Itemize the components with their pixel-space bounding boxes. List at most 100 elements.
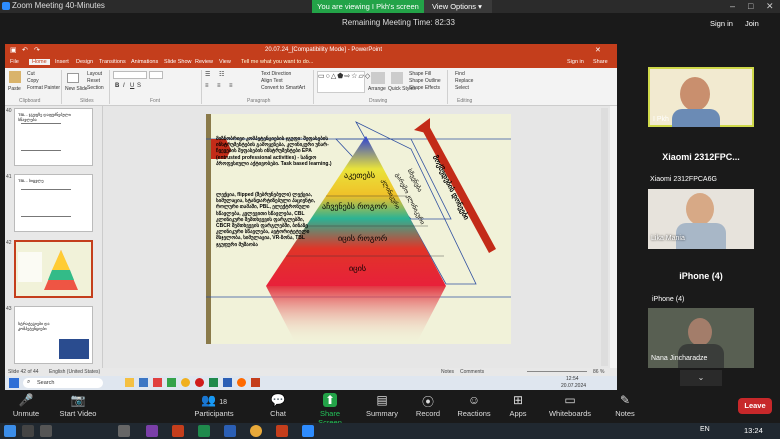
tab-home[interactable]: Home <box>29 59 50 65</box>
ppt-close-icon[interactable]: ✕ <box>595 46 601 54</box>
taskbar-app-icon[interactable] <box>237 378 246 387</box>
minimize-icon[interactable]: – <box>730 1 735 11</box>
align-center-icon[interactable]: ≡ <box>217 83 221 89</box>
tab-transitions[interactable]: Transitions <box>99 59 126 65</box>
quick-styles-icon[interactable] <box>391 72 403 84</box>
taskbar-app-icon[interactable] <box>139 378 148 387</box>
participant-video-tile[interactable]: Lika Mania <box>648 189 754 249</box>
reactions-button[interactable]: ☺ Reactions <box>452 393 496 418</box>
shape-effects-button[interactable]: Shape Effects <box>409 85 440 91</box>
taskbar-app-icon[interactable] <box>118 425 130 437</box>
tab-design[interactable]: Design <box>76 59 93 65</box>
taskbar-app-icon[interactable] <box>167 378 176 387</box>
onenote-icon[interactable] <box>146 425 158 437</box>
ppt-sign-in[interactable]: Sign in <box>567 59 584 65</box>
paste-label[interactable]: Paste <box>8 86 21 92</box>
layout-button[interactable]: Layout <box>87 71 102 77</box>
strikethrough-icon[interactable]: S <box>137 83 141 89</box>
excel-icon[interactable] <box>209 378 218 387</box>
search-icon[interactable] <box>22 425 34 437</box>
text-direction-button[interactable]: Text Direction <box>261 71 291 77</box>
close-icon[interactable]: ✕ <box>766 1 774 12</box>
language-indicator[interactable]: EN <box>700 426 710 433</box>
comments-button[interactable]: Comments <box>460 369 484 375</box>
tab-insert[interactable]: Insert <box>55 59 69 65</box>
arrange-label[interactable]: Arrange <box>368 86 386 92</box>
excel-icon[interactable] <box>198 425 210 437</box>
slide-thumbnail[interactable]: TBL - სიცვლე <box>14 174 93 232</box>
task-view-icon[interactable] <box>40 425 52 437</box>
tab-file[interactable]: File <box>10 59 19 65</box>
zoom-percent[interactable]: 86 % <box>593 369 604 375</box>
opera-icon[interactable] <box>195 378 204 387</box>
find-button[interactable]: Find <box>455 71 465 77</box>
shape-outline-button[interactable]: Shape Outline <box>409 78 441 84</box>
replace-button[interactable]: Replace <box>455 78 473 84</box>
participants-button[interactable]: 👥 18 Participants <box>192 393 236 418</box>
numbering-icon[interactable]: ☷ <box>219 71 224 78</box>
powerpoint-icon[interactable] <box>276 425 288 437</box>
new-slide-icon[interactable] <box>67 73 79 83</box>
ppt-share[interactable]: Share <box>593 59 608 65</box>
record-button[interactable]: ⦿ Record <box>406 393 450 418</box>
word-icon[interactable] <box>224 425 236 437</box>
notes-button[interactable]: Notes <box>441 369 454 375</box>
tab-animations[interactable]: Animations <box>131 59 158 65</box>
share-screen-button[interactable]: ⬆Share Screen <box>308 393 352 427</box>
zoom-taskbar-icon[interactable] <box>302 425 314 437</box>
powerpoint-icon[interactable] <box>251 378 260 387</box>
participants-scroll-down[interactable]: ⌄ <box>680 370 722 386</box>
align-left-icon[interactable]: ≡ <box>205 83 209 89</box>
align-right-icon[interactable]: ≡ <box>229 83 233 89</box>
save-icon[interactable]: ▣ <box>10 46 17 54</box>
italic-icon[interactable]: I <box>123 83 125 89</box>
unmute-button[interactable]: 🎤 Unmute <box>4 393 48 418</box>
sign-in-link[interactable]: Sign in <box>710 19 733 28</box>
participant-video-tile[interactable]: Nana Jincharadze <box>648 308 754 368</box>
whiteboards-button[interactable]: ▭ Whiteboards <box>546 393 594 418</box>
file-explorer-icon[interactable] <box>125 378 134 387</box>
slide-thumbnail[interactable]: სტრატეგიები და კომპეტენციები <box>14 306 93 364</box>
current-slide[interactable]: მიზნობრივი კომპეტენციების ჯგუფი: შეფასებ… <box>206 114 511 344</box>
windows-start-icon[interactable] <box>9 378 19 388</box>
arrange-icon[interactable] <box>371 72 385 84</box>
bullets-icon[interactable]: ☰ <box>205 71 210 78</box>
participant-video-tile[interactable]: I Pkh <box>648 67 754 127</box>
windows-start-icon[interactable] <box>4 425 16 437</box>
system-clock[interactable]: 13:24 <box>744 426 763 435</box>
powerpoint-icon[interactable] <box>172 425 184 437</box>
cut-button[interactable]: Cut <box>27 71 35 77</box>
summary-button[interactable]: ▤ Summary <box>360 393 404 418</box>
font-size-box[interactable] <box>149 71 163 79</box>
underline-icon[interactable]: U <box>130 83 134 89</box>
language-status[interactable]: English (United States) <box>49 369 100 375</box>
undo-icon[interactable]: ↶ <box>22 46 28 54</box>
slide-thumbnail-selected[interactable] <box>14 240 93 298</box>
chat-button[interactable]: 💬 Chat <box>256 393 300 418</box>
tab-review[interactable]: Review <box>195 59 213 65</box>
taskbar-app-icon[interactable] <box>153 378 162 387</box>
notes-button-zoom[interactable]: ✎ Notes <box>603 393 647 418</box>
shape-fill-button[interactable]: Shape Fill <box>409 71 431 77</box>
copy-button[interactable]: Copy <box>27 78 39 84</box>
taskbar-search-box[interactable]: Search <box>23 378 103 388</box>
taskbar-app-icon[interactable] <box>181 378 190 387</box>
apps-button[interactable]: ⊞ Apps <box>496 393 540 418</box>
reset-button[interactable]: Reset <box>87 78 100 84</box>
tell-me-box[interactable]: Tell me what you want to do... <box>241 59 313 65</box>
redo-icon[interactable]: ↷ <box>34 46 40 54</box>
section-button[interactable]: Section <box>87 85 104 91</box>
start-video-button[interactable]: 📷 Start Video <box>56 393 100 418</box>
leave-button[interactable]: Leave <box>738 398 772 414</box>
new-slide-label[interactable]: New Slide <box>65 86 88 92</box>
view-options-button[interactable]: View Options ▾ <box>424 0 492 13</box>
shapes-gallery[interactable]: ▭○△⬟⇨☆▱◇ <box>317 71 370 93</box>
slide-thumbnail[interactable]: TBL - ჯგუფზე დაფუძნებული სწავლება <box>14 108 93 166</box>
format-painter-button[interactable]: Format Painter <box>27 85 60 91</box>
join-link[interactable]: Join <box>745 19 759 28</box>
select-button[interactable]: Select <box>455 85 469 91</box>
maximize-icon[interactable]: □ <box>748 1 753 11</box>
word-icon[interactable] <box>223 378 232 387</box>
paste-icon[interactable] <box>9 71 21 83</box>
convert-smartart-button[interactable]: Convert to SmartArt <box>261 85 305 91</box>
